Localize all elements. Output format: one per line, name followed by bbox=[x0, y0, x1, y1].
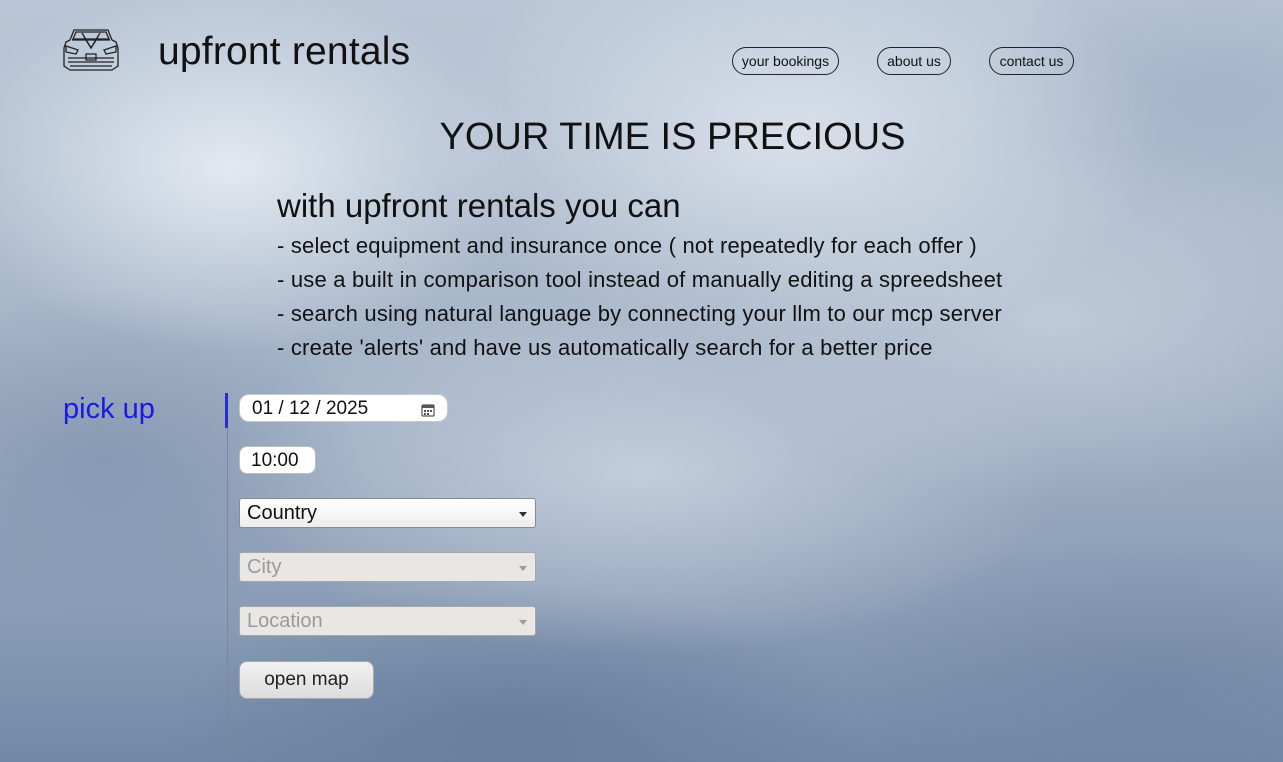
about-us-button[interactable]: about us bbox=[877, 47, 951, 75]
brand-name: upfront rentals bbox=[158, 30, 411, 73]
feature-item: - create 'alerts' and have us automatica… bbox=[277, 335, 933, 360]
pickup-section-label[interactable]: pick up bbox=[63, 393, 155, 426]
pickup-date-value: 01 / 12 / 2025 bbox=[252, 398, 369, 419]
country-select-value: Country bbox=[247, 502, 318, 524]
pickup-time-input[interactable]: 10:00 bbox=[239, 446, 316, 474]
pickup-time-value: 10:00 bbox=[251, 450, 299, 471]
your-bookings-button[interactable]: your bookings bbox=[732, 47, 839, 75]
chevron-down-icon bbox=[519, 566, 527, 571]
feature-item: - search using natural language by conne… bbox=[277, 301, 1002, 326]
section-divider bbox=[227, 428, 228, 762]
location-select-value: Location bbox=[247, 610, 323, 632]
features-list: with upfront rentals you can - select eq… bbox=[277, 187, 1002, 367]
feature-item: - select equipment and insurance once ( … bbox=[277, 233, 977, 258]
feature-item: - use a built in comparison tool instead… bbox=[277, 267, 1003, 292]
page-headline: YOUR TIME IS PRECIOUS bbox=[439, 116, 906, 158]
chevron-down-icon bbox=[519, 512, 527, 517]
active-section-indicator bbox=[225, 393, 228, 428]
features-lead: with upfront rentals you can bbox=[277, 187, 681, 224]
contact-us-button[interactable]: contact us bbox=[989, 47, 1074, 75]
calendar-icon[interactable] bbox=[421, 401, 435, 417]
city-select-value: City bbox=[247, 556, 282, 578]
open-map-button[interactable]: open map bbox=[239, 661, 374, 699]
chevron-down-icon bbox=[519, 620, 527, 625]
pickup-date-input[interactable]: 01 / 12 / 2025 bbox=[239, 394, 448, 422]
location-select: Location bbox=[239, 606, 536, 636]
car-logo-icon[interactable] bbox=[62, 26, 120, 74]
city-select: City bbox=[239, 552, 536, 582]
country-select[interactable]: Country bbox=[239, 498, 536, 528]
